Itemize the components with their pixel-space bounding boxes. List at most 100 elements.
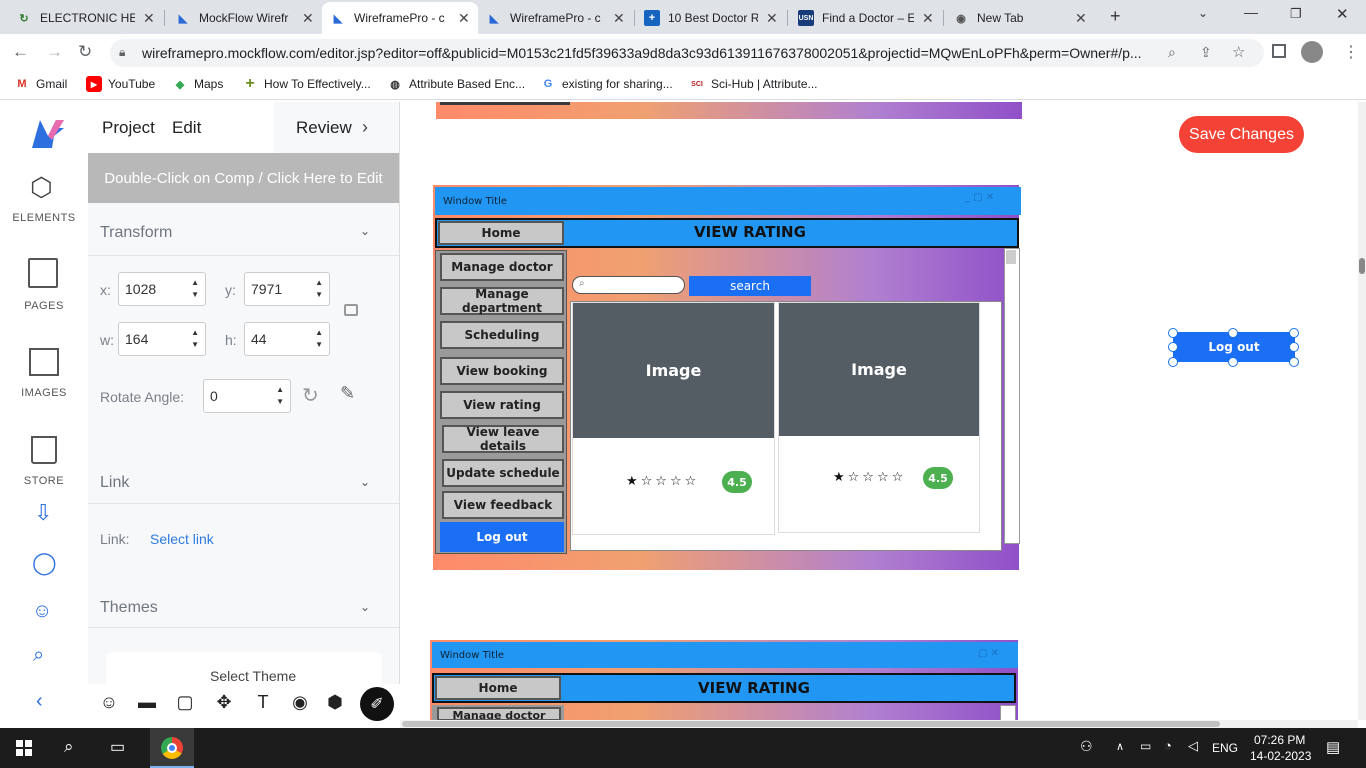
bookmark-how-to[interactable]: + How To Effectively... [242,75,370,92]
home-button[interactable]: Home [438,221,564,245]
brush-icon[interactable]: ✐ [360,687,394,721]
home-button[interactable]: Home [435,676,561,700]
share-icon[interactable]: ⇪ [1200,44,1212,61]
close-icon[interactable]: ✕ [613,10,625,27]
windows-start-icon[interactable] [16,740,32,756]
stepper-icon[interactable]: ▲ ▼ [315,327,323,351]
y-input[interactable]: 7971 ▲ ▼ [244,272,330,306]
x-input[interactable]: 1028 ▲ ▼ [118,272,206,306]
rotate-input[interactable]: 0 ▲ ▼ [203,379,291,413]
notification-icon[interactable]: ▤ [1326,738,1340,756]
avatar[interactable] [1301,41,1323,63]
back-icon[interactable]: ← [12,42,29,62]
task-view-icon[interactable]: ▭ [110,737,125,757]
menu-edit[interactable]: Edit [172,118,201,138]
lock-icon[interactable]: 🔒︎ [119,45,125,60]
tab-wireframepro[interactable]: ◣ WireframePro - c ✕ [478,2,633,34]
new-tab-icon[interactable]: + [1110,6,1121,27]
manage-doctor-button[interactable]: Manage doctor [437,707,561,720]
close-icon[interactable]: ✕ [302,10,314,27]
resize-handle[interactable] [1168,357,1178,367]
bookmark-gmail[interactable]: M Gmail [14,76,67,92]
chevron-down-icon[interactable]: ⌄ [360,224,370,238]
emoji-icon[interactable]: ☺ [96,692,122,713]
horizontal-scrollbar-thumb[interactable] [402,721,1220,727]
design-canvas[interactable]: Window Title _ ▢ ✕ Home VIEW RATING Mana… [400,102,1358,720]
search-icon[interactable]: ⌕ [33,644,44,667]
vertical-scrollbar[interactable] [1358,102,1366,720]
chevron-down-icon[interactable]: ⌄ [360,600,370,614]
move-icon[interactable]: ✥ [211,692,237,713]
bookmark-star-icon[interactable]: ☆ [1232,43,1245,61]
search-button[interactable]: search [689,276,811,296]
resize-handle[interactable] [1289,328,1299,338]
scrollbar[interactable] [1000,705,1016,720]
star-rating[interactable]: ★☆☆☆☆ [833,470,906,485]
line-icon[interactable]: ▬ [134,692,160,713]
download-icon[interactable]: ⇩ [34,500,52,526]
manage-doctor-button[interactable]: Manage doctor [440,253,564,281]
close-icon[interactable]: ✕ [143,10,155,27]
menu-review[interactable]: Review [296,118,352,138]
bookmark-scihub[interactable]: SCI Sci-Hub | Attribute... [689,76,817,92]
bookmark-maps[interactable]: ◆ Maps [172,76,224,92]
network-icon[interactable]: ▭ [1140,739,1151,753]
collapse-icon[interactable]: ‹ [36,690,43,713]
search-icon[interactable]: ⌕ [64,737,74,757]
close-icon[interactable]: ✕ [766,10,778,27]
stepper-icon[interactable]: ▲ ▼ [191,277,199,301]
tab-electronic-health[interactable]: ↻ ELECTRONIC HEA ✕ [8,2,163,34]
resize-handle[interactable] [1228,328,1238,338]
w-input[interactable]: 164 ▲ ▼ [118,322,206,356]
view-rating-button[interactable]: View rating [440,391,564,419]
comment-icon[interactable]: ◯ [32,550,57,576]
rail-images[interactable]: IMAGES [0,387,88,399]
save-changes-button[interactable]: Save Changes [1179,116,1304,153]
tab-find-doctor[interactable]: USN Find a Doctor – E ✕ [790,2,942,34]
language-indicator[interactable]: ENG [1212,741,1238,755]
scheduling-button[interactable]: Scheduling [440,321,564,349]
resize-handle[interactable] [1168,328,1178,338]
resize-handle[interactable] [1289,342,1299,352]
clock-time[interactable]: 07:26 PM [1254,733,1305,747]
chevron-down-icon[interactable]: ⌄ [1198,6,1208,20]
close-window-icon[interactable]: ✕ [1336,5,1349,23]
h-input[interactable]: 44 ▲ ▼ [244,322,330,356]
scrollbar[interactable] [1004,248,1020,544]
bookmark-youtube[interactable]: ▶ YouTube [86,76,155,92]
scrollbar-thumb[interactable] [1006,250,1016,264]
stepper-icon[interactable]: ▲ ▼ [276,384,284,408]
link-header[interactable]: Link [100,474,129,492]
users-icon[interactable]: ☺ [32,600,52,623]
resize-handle[interactable] [1228,357,1238,367]
menu-kebab-icon[interactable]: ⋮ [1343,42,1359,62]
component-icon[interactable]: ⬢ [322,692,348,713]
view-booking-button[interactable]: View booking [440,357,564,385]
chevron-up-icon[interactable]: ∧ [1116,740,1124,753]
update-schedule-button[interactable]: Update schedule [442,459,564,487]
forward-icon[interactable]: → [46,42,63,62]
logout-button[interactable]: Log out [440,522,564,552]
stepper-icon[interactable]: ▲ ▼ [315,277,323,301]
reload-icon[interactable]: ↻ [78,42,92,62]
clock-date[interactable]: 14-02-2023 [1250,749,1311,763]
transform-header[interactable]: Transform [100,224,172,242]
tab-doctor-reviews[interactable]: + 10 Best Doctor R ✕ [636,2,786,34]
wifi-icon[interactable]: ◔ [1164,738,1172,753]
rectangle-icon[interactable]: ▢ [172,692,198,713]
lock-ratio-icon[interactable] [344,304,358,316]
rail-elements[interactable]: ELEMENTS [0,212,88,224]
resize-handle[interactable] [1168,342,1178,352]
select-link[interactable]: Select link [150,531,214,547]
tab-mockflow[interactable]: ◣ MockFlow Wirefr ✕ [167,2,322,34]
chevron-down-icon[interactable]: ⌄ [360,475,370,489]
radio-icon[interactable]: ◉ [287,692,313,713]
stepper-icon[interactable]: ▲ ▼ [191,327,199,351]
tab-wireframepro-active[interactable]: ◣ WireframePro - c ✕ [322,2,478,34]
address-bar[interactable]: wireframepro.mockflow.com/editor.jsp?edi… [110,39,1264,67]
volume-icon[interactable]: ◁ [1188,738,1198,754]
rail-store[interactable]: STORE [0,475,88,487]
search-input[interactable] [572,276,685,294]
restore-icon[interactable]: ❐ [1290,6,1302,22]
close-icon[interactable]: ✕ [458,10,470,27]
